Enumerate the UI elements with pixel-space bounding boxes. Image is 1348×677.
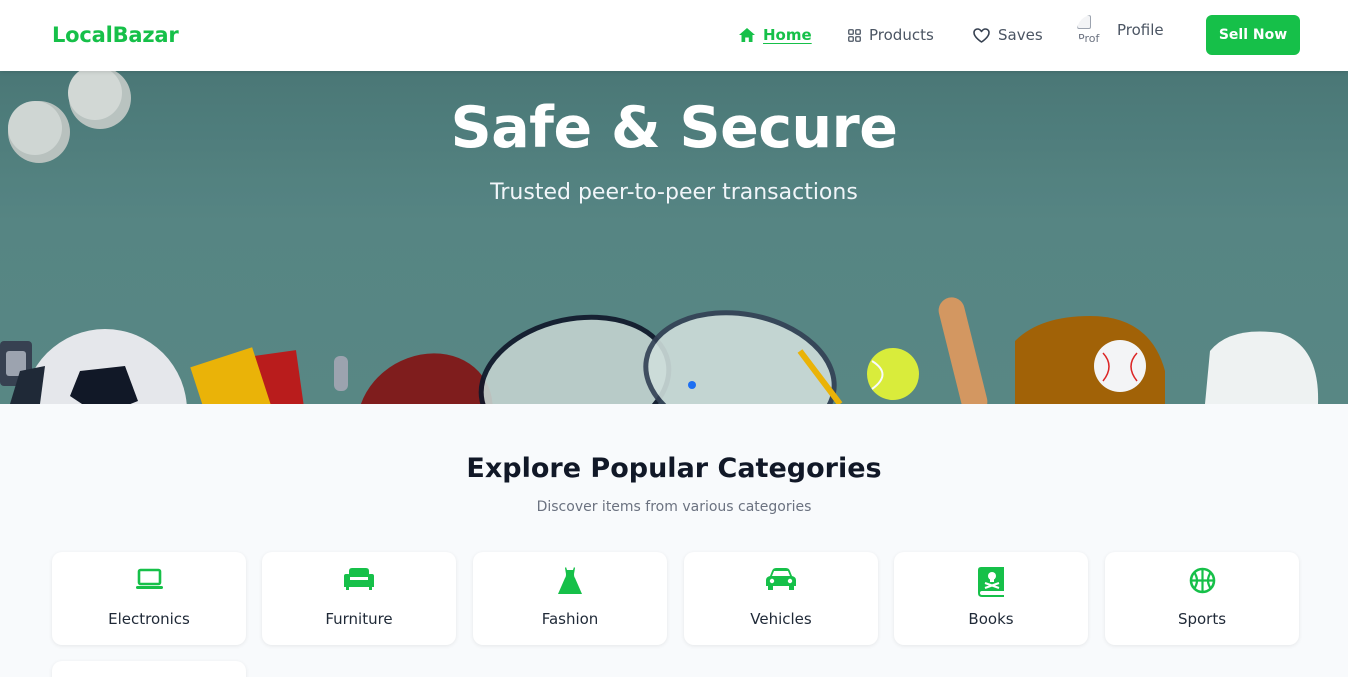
category-label: Sports xyxy=(1177,610,1227,628)
categories-title: Explore Popular Categories xyxy=(466,453,882,484)
laptop-icon xyxy=(135,568,163,589)
basketball-icon xyxy=(1189,567,1215,594)
category-card-more[interactable] xyxy=(52,661,246,677)
heart-icon xyxy=(973,27,990,43)
top-navbar: LocalBazar Home Products Saves Prof Prof… xyxy=(0,0,1348,71)
nav-profile-label: Profile xyxy=(1117,21,1164,39)
category-label: Fashion xyxy=(541,610,599,628)
nav-profile-link[interactable]: Prof Profile xyxy=(1077,14,1164,45)
sell-now-button[interactable]: Sell Now xyxy=(1206,15,1300,55)
category-label: Vehicles xyxy=(750,610,812,628)
category-card-vehicles[interactable]: Vehicles xyxy=(684,552,878,645)
dress-icon xyxy=(558,567,582,594)
brand-logo[interactable]: LocalBazar xyxy=(52,23,179,47)
avatar-alt-text: Prof xyxy=(1078,31,1100,45)
category-card-fashion[interactable]: Fashion xyxy=(473,552,667,645)
categories-subtitle: Discover items from various categories xyxy=(536,499,812,515)
avatar: Prof xyxy=(1077,14,1108,46)
broken-image-icon xyxy=(1077,14,1091,29)
category-label: Furniture xyxy=(325,610,393,628)
nav-home-link[interactable]: Home xyxy=(739,25,812,45)
category-card-electronics[interactable]: Electronics xyxy=(52,552,246,645)
hero-banner: Safe & Secure Trusted peer-to-peer trans… xyxy=(0,71,1348,404)
nav-home-label: Home xyxy=(763,26,812,44)
home-icon xyxy=(739,28,755,42)
category-label: Electronics xyxy=(108,610,190,628)
nav-saves-label: Saves xyxy=(998,26,1043,44)
couch-icon xyxy=(344,568,374,590)
car-icon xyxy=(766,568,796,590)
nav-saves-link[interactable]: Saves xyxy=(973,25,1043,45)
category-card-sports[interactable]: Sports xyxy=(1105,552,1299,645)
category-card-books[interactable]: Books xyxy=(894,552,1088,645)
hero-title: Safe & Secure xyxy=(450,95,898,161)
category-card-furniture[interactable]: Furniture xyxy=(262,552,456,645)
nav-products-label: Products xyxy=(869,26,934,44)
hero-subtitle: Trusted peer-to-peer transactions xyxy=(490,180,858,205)
grid-icon xyxy=(848,28,861,42)
carousel-indicator-dot[interactable] xyxy=(688,381,696,389)
nav-products-link[interactable]: Products xyxy=(848,25,934,45)
book-icon xyxy=(978,567,1004,597)
category-label: Books xyxy=(968,610,1014,628)
